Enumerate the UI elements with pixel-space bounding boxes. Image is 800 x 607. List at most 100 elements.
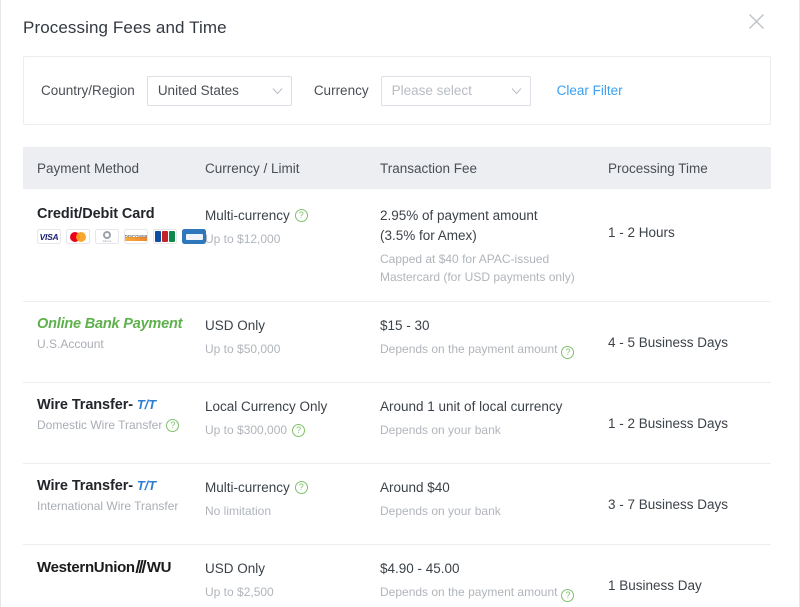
help-icon[interactable]: ? bbox=[561, 346, 575, 359]
table-row: Wire Transfer- T/T International Wire Tr… bbox=[23, 464, 771, 545]
limit-value: Up to $50,000 bbox=[205, 342, 281, 356]
limit-value: Up to $300,000 bbox=[205, 423, 288, 437]
fee-line-1: Around 1 unit of local currency bbox=[380, 399, 563, 414]
clear-filter-button[interactable]: Clear Filter bbox=[557, 83, 623, 98]
column-header-currency-limit: Currency / Limit bbox=[205, 160, 300, 176]
column-header-payment-method: Payment Method bbox=[37, 160, 140, 176]
fee-note-line-1: Depends on your bank bbox=[380, 423, 501, 437]
cell-processing-time: 4 - 5 Business Days bbox=[608, 316, 771, 368]
column-header-transaction-fee: Transaction Fee bbox=[380, 160, 478, 176]
method-name: Credit/Debit Card bbox=[37, 206, 155, 222]
cell-processing-time: 1 - 2 Hours bbox=[608, 206, 771, 258]
method-name: WesternUnion bbox=[37, 559, 135, 576]
cell-currency-limit: Multi-currency ? No limitation bbox=[205, 478, 380, 519]
cell-currency-limit: USD Only Up to $50,000 bbox=[205, 316, 380, 357]
method-name-suffix: WU bbox=[146, 559, 172, 576]
table-row: WesternUnion WU USD Only Up to $2,500 $4… bbox=[23, 545, 771, 607]
cell-processing-time: 1 Business Day bbox=[608, 559, 771, 607]
column-header-processing-time: Processing Time bbox=[608, 160, 708, 176]
close-icon[interactable] bbox=[741, 6, 771, 36]
help-icon[interactable]: ? bbox=[294, 481, 308, 494]
country-region-select[interactable]: United States bbox=[146, 75, 292, 106]
processing-fees-dialog: Processing Fees and Time Country/Region … bbox=[1, 0, 793, 607]
limit-value-wrap: Up to $300,000 ? bbox=[205, 422, 370, 438]
card-brand-logos: VISA Diners DISCOVER bbox=[37, 229, 206, 244]
dialog-header: Processing Fees and Time bbox=[23, 0, 771, 56]
table-row: Wire Transfer- T/T Domestic Wire Transfe… bbox=[23, 383, 771, 464]
processing-time-value: 3 - 7 Business Days bbox=[608, 496, 729, 512]
discover-logo: DISCOVER bbox=[124, 229, 148, 244]
fee-note-text: Depends on the payment amount bbox=[380, 585, 558, 599]
visa-logo: VISA bbox=[37, 229, 61, 244]
method-name: Online Bank Payment bbox=[37, 316, 183, 332]
western-union-logo: WesternUnion WU bbox=[37, 559, 195, 576]
method-subtitle: International Wire Transfer bbox=[37, 499, 179, 513]
processing-time-value: 4 - 5 Business Days bbox=[608, 334, 729, 350]
processing-time-value: 1 - 2 Business Days bbox=[608, 415, 729, 431]
page-title: Processing Fees and Time bbox=[23, 18, 227, 37]
fee-note-line-1: Depends on the payment amount? bbox=[380, 583, 598, 602]
method-subtitle: Domestic Wire Transfer bbox=[37, 418, 163, 432]
processing-time-value: 1 - 2 Hours bbox=[608, 224, 675, 240]
currency-value-wrap: Multi-currency ? bbox=[205, 206, 370, 225]
cell-payment-method: Credit/Debit Card VISA Diners DISCOVER bbox=[23, 206, 206, 244]
help-icon[interactable]: ? bbox=[294, 209, 308, 222]
fee-line-1: Around $40 bbox=[380, 480, 450, 495]
cell-transaction-fee: $4.90 - 45.00 Depends on the payment amo… bbox=[380, 559, 608, 602]
currency-label: Currency bbox=[313, 83, 369, 98]
cell-payment-method: Wire Transfer- T/T International Wire Tr… bbox=[23, 478, 205, 513]
processing-time-value: 1 Business Day bbox=[608, 577, 702, 593]
fees-table: Payment Method Currency / Limit Transact… bbox=[23, 147, 771, 607]
cell-currency-limit: Multi-currency ? Up to $12,000 bbox=[205, 206, 380, 247]
fee-note-line-1: Capped at $40 for APAC-issued bbox=[380, 252, 550, 266]
cell-currency-limit: Local Currency Only Up to $300,000 ? bbox=[205, 397, 380, 438]
currency-value: Multi-currency bbox=[205, 480, 290, 495]
currency-select[interactable]: Please select bbox=[380, 75, 531, 106]
fee-note-line-2: Mastercard (for USD payments only) bbox=[380, 270, 575, 284]
method-subtitle: U.S.Account bbox=[37, 337, 104, 351]
currency-value: USD Only bbox=[205, 318, 266, 333]
cell-transaction-fee: Around $40 Depends on your bank bbox=[380, 478, 608, 520]
fee-line-2: (3.5% for Amex) bbox=[380, 228, 477, 243]
fee-note-text: Depends on the payment amount bbox=[380, 342, 558, 356]
help-icon[interactable]: ? bbox=[292, 423, 306, 437]
currency-placeholder: Please select bbox=[391, 83, 472, 98]
help-icon[interactable]: ? bbox=[166, 418, 180, 432]
wu-stripes-icon bbox=[135, 560, 146, 573]
method-name: Wire Transfer- bbox=[37, 478, 133, 494]
currency-value: USD Only bbox=[205, 561, 266, 576]
currency-value: Local Currency Only bbox=[205, 399, 328, 414]
currency-value: Multi-currency bbox=[205, 208, 290, 223]
country-region-value: United States bbox=[157, 83, 239, 98]
cell-payment-method: WesternUnion WU bbox=[23, 559, 205, 576]
fee-note-line-1: Depends on the payment amount? bbox=[380, 340, 598, 359]
fee-note-line-1: Depends on your bank bbox=[380, 504, 501, 518]
limit-value: Up to $2,500 bbox=[205, 585, 274, 599]
cell-transaction-fee: Around 1 unit of local currency Depends … bbox=[380, 397, 608, 439]
chevron-down-icon bbox=[272, 85, 283, 96]
method-subtitle-wrap: Domestic Wire Transfer ? bbox=[37, 418, 195, 432]
jcb-logo bbox=[153, 229, 177, 244]
limit-value: No limitation bbox=[205, 504, 272, 518]
limit-value: Up to $12,000 bbox=[205, 232, 281, 246]
cell-currency-limit: USD Only Up to $2,500 bbox=[205, 559, 380, 600]
method-name-wrap: Wire Transfer- T/T bbox=[37, 397, 195, 413]
method-name: Wire Transfer- bbox=[37, 397, 133, 413]
chevron-down-icon bbox=[511, 85, 522, 96]
mastercard-logo bbox=[66, 229, 90, 244]
table-header-row: Payment Method Currency / Limit Transact… bbox=[23, 147, 771, 189]
method-name-suffix: T/T bbox=[136, 478, 156, 493]
method-name-suffix: T/T bbox=[136, 397, 156, 412]
method-name-wrap: Wire Transfer- T/T bbox=[37, 478, 195, 494]
cell-processing-time: 1 - 2 Business Days bbox=[608, 397, 771, 449]
help-icon[interactable]: ? bbox=[561, 589, 575, 602]
cell-transaction-fee: 2.95% of payment amount (3.5% for Amex) … bbox=[380, 206, 608, 286]
fee-line-1: $4.90 - 45.00 bbox=[380, 561, 460, 576]
vertical-scrollbar[interactable] bbox=[793, 0, 799, 607]
amex-logo bbox=[182, 229, 206, 244]
cell-payment-method: Online Bank Payment U.S.Account bbox=[23, 316, 205, 351]
table-row: Online Bank Payment U.S.Account USD Only… bbox=[23, 302, 771, 383]
currency-value-wrap: Multi-currency ? bbox=[205, 478, 370, 497]
fee-line-1: 2.95% of payment amount bbox=[380, 208, 538, 223]
fee-line-1: $15 - 30 bbox=[380, 318, 430, 333]
